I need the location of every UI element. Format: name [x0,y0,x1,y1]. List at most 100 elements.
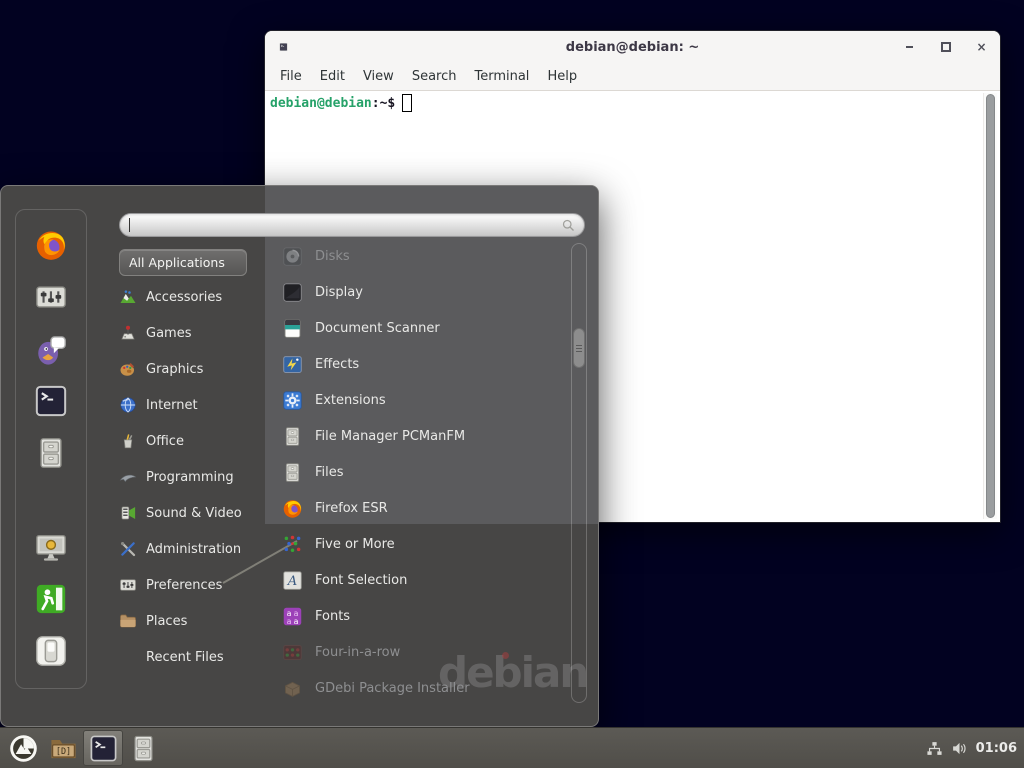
minimize-button[interactable] [903,41,916,54]
taskbar: [D] 01:06 [0,727,1024,768]
category-item-sound-video[interactable]: Sound & Video [119,495,275,531]
search-icon [561,218,576,233]
application-item-extensions[interactable]: Extensions [282,382,560,418]
taskbar-button-file-manager[interactable]: [D] [43,730,83,766]
application-item-fonts[interactable]: aaaa Fonts [282,598,560,634]
lock-screen-icon [34,530,68,564]
menu-scrollbar-thumb[interactable] [573,328,585,368]
taskbar-button-terminal[interactable] [83,730,123,766]
category-item-internet[interactable]: Internet [119,387,275,423]
session-button-log-out[interactable] [34,582,68,616]
category-item-programming[interactable]: Programming [119,459,275,495]
session-buttons [16,530,86,668]
document-scanner-icon [282,318,303,339]
svg-text:a: a [294,616,299,625]
firefox-icon [34,228,68,262]
application-label: Effects [315,357,359,372]
category-label: Office [146,434,184,449]
category-item-places[interactable]: Places [119,603,275,639]
application-label: Five or More [315,537,395,552]
maximize-button[interactable] [939,41,952,54]
category-item-accessories[interactable]: Accessories [119,279,275,315]
favorite-files[interactable] [34,436,68,470]
category-label: Programming [146,470,234,485]
disks-icon [282,246,303,267]
terminal-menu-item[interactable]: Help [538,69,586,84]
application-item-file-manager-pcmanfm[interactable]: File Manager PCManFM [282,418,560,454]
favorite-firefox[interactable] [34,228,68,262]
file-cabinet-icon [34,436,68,470]
font-selection-icon: A [282,570,303,591]
taskbar-launchers: [D] [0,728,163,768]
application-item-five-or-more[interactable]: Five or More [282,526,560,562]
application-menu: debian All Applications Accessories [0,185,599,727]
search-box[interactable] [119,213,585,237]
close-button[interactable]: × [975,41,988,54]
favorite-pidgin[interactable] [34,332,68,366]
blank-icon [119,648,137,666]
maximize-icon [941,42,951,52]
category-item-preferences[interactable]: Preferences [119,567,275,603]
category-item-administration[interactable]: Administration [119,531,275,567]
firefox-icon [282,498,303,519]
folder-debian-icon: [D] [49,734,78,763]
application-item-four-in-a-row[interactable]: Four-in-a-row [282,634,560,670]
terminal-menubar: FileEditViewSearchTerminalHelp [265,63,1000,91]
application-item-effects[interactable]: Effects [282,346,560,382]
terminal-scrollbar-thumb[interactable] [986,94,995,518]
search-input[interactable] [130,214,561,236]
display-icon [282,282,303,303]
favorite-volume-mixer[interactable] [34,280,68,314]
application-item-document-scanner[interactable]: Document Scanner [282,310,560,346]
terminal-titlebar[interactable]: debian@debian: ~ × [265,31,1000,63]
menu-scrollbar[interactable] [571,243,587,703]
shut-down-icon [34,634,68,668]
category-label: Sound & Video [146,506,242,521]
graphics-icon [119,360,137,378]
category-item-graphics[interactable]: Graphics [119,351,275,387]
application-label: Document Scanner [315,321,440,336]
all-applications-button[interactable]: All Applications [119,249,247,276]
terminal-menu-item[interactable]: Terminal [465,69,538,84]
four-in-a-row-icon [282,642,303,663]
terminal-prompt: debian@debian:~$ [270,94,412,112]
accessories-icon [119,288,137,306]
fonts-icon: aaaa [282,606,303,627]
terminal-icon [34,384,68,418]
svg-text:[D]: [D] [55,745,70,755]
terminal-window-icon [279,41,288,53]
application-item-firefox-esr[interactable]: Firefox ESR [282,490,560,526]
administration-icon [119,540,137,558]
session-button-lock-screen[interactable] [34,530,68,564]
application-label: Display [315,285,363,300]
application-item-display[interactable]: Display [282,274,560,310]
network-icon[interactable] [926,740,943,757]
category-item-office[interactable]: Office [119,423,275,459]
terminal-menu-item[interactable]: View [354,69,403,84]
category-item-games[interactable]: Games [119,315,275,351]
gdebi-icon [282,678,303,699]
application-label: Four-in-a-row [315,645,400,660]
terminal-menu-item[interactable]: Edit [311,69,354,84]
sound-video-icon [119,504,137,522]
category-item-recent-files[interactable]: Recent Files [119,639,275,675]
programming-icon [119,468,137,486]
favorite-terminal[interactable] [34,384,68,418]
extensions-icon [282,390,303,411]
session-button-shut-down[interactable] [34,634,68,668]
terminal-icon [89,734,118,763]
svg-text:A: A [287,573,297,588]
taskbar-button-files[interactable] [123,730,163,766]
terminal-menu-item[interactable]: File [271,69,311,84]
application-label: Fonts [315,609,350,624]
application-label: Firefox ESR [315,501,388,516]
application-item-font-selection[interactable]: A Font Selection [282,562,560,598]
application-item-files[interactable]: Files [282,454,560,490]
application-item-gdebi-package-installer[interactable]: GDebi Package Installer [282,670,560,706]
taskbar-button-menu[interactable] [3,730,43,766]
application-item-disks[interactable]: Disks [282,238,560,274]
volume-icon[interactable] [951,740,968,757]
terminal-menu-item[interactable]: Search [403,69,466,84]
application-label: Font Selection [315,573,407,588]
terminal-scrollbar[interactable] [983,93,997,519]
